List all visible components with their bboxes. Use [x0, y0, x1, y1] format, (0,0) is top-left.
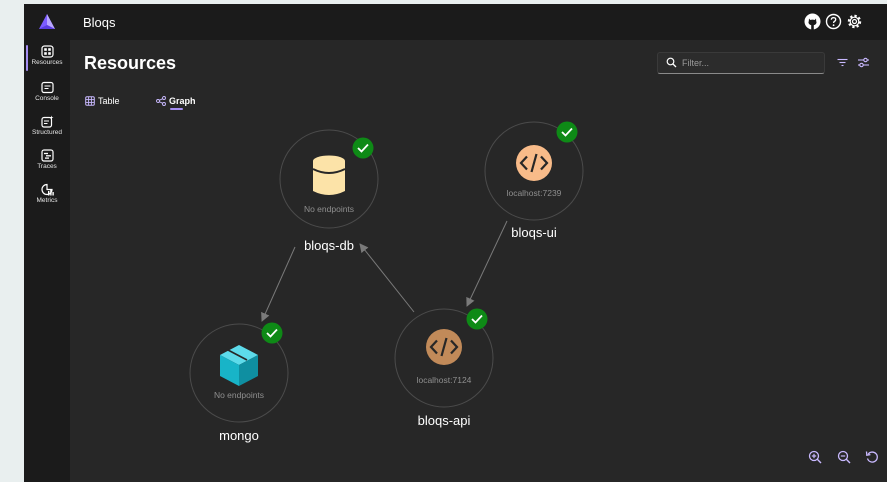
node-name: bloqs-ui — [511, 225, 557, 240]
database-icon — [312, 155, 346, 195]
graph-node-bloqs-ui[interactable]: localhost:7239 bloqs-ui — [484, 121, 584, 241]
settings-icon[interactable] — [846, 13, 863, 30]
node-name: bloqs-api — [418, 413, 471, 428]
edge-bloqs-api-bloqs-db — [359, 243, 415, 313]
sidebar-item-label: Structured — [32, 129, 62, 136]
node-subtitle: localhost:7124 — [417, 375, 472, 385]
code-icon — [516, 145, 552, 181]
github-icon[interactable] — [804, 13, 821, 30]
edge-bloqs-db-mongo — [261, 246, 296, 322]
sidebar-item-traces[interactable]: Traces — [24, 147, 70, 179]
top-bar: Bloqs — [24, 4, 887, 40]
help-icon[interactable] — [825, 13, 842, 30]
graph-edges — [261, 220, 508, 322]
sidebar-item-label: Traces — [37, 163, 57, 170]
structured-icon — [40, 115, 53, 128]
status-check-icon — [352, 137, 374, 159]
zoom-out-icon[interactable] — [837, 450, 851, 464]
status-check-icon — [556, 121, 578, 143]
sidebar-item-structured[interactable]: Structured — [24, 113, 70, 145]
sidebar-item-console[interactable]: Console — [24, 79, 70, 111]
resources-icon — [40, 45, 54, 58]
status-check-icon — [466, 308, 488, 330]
sidebar-item-label: Console — [35, 95, 59, 102]
node-subtitle: localhost:7239 — [507, 188, 562, 198]
node-subtitle: No endpoints — [214, 390, 264, 400]
node-name: bloqs-db — [304, 238, 354, 253]
graph-node-bloqs-api[interactable]: localhost:7124 bloqs-api — [394, 308, 494, 429]
metrics-icon — [40, 183, 54, 196]
app-window: Bloqs Resources Console Structured Trace… — [24, 4, 887, 482]
node-name: mongo — [219, 428, 259, 443]
resource-graph[interactable]: No endpoints bloqs-db localhost:7239 blo… — [70, 40, 887, 482]
traces-icon — [40, 149, 54, 162]
app-title: Bloqs — [83, 15, 116, 30]
status-check-icon — [261, 322, 283, 344]
app-logo-icon[interactable] — [38, 13, 56, 31]
sidebar-item-metrics[interactable]: Metrics — [24, 181, 70, 213]
reset-icon[interactable] — [865, 450, 879, 464]
code-icon — [426, 329, 462, 365]
sidebar-item-label: Resources — [31, 59, 63, 66]
sidebar-item-resources[interactable]: Resources — [24, 43, 70, 75]
active-indicator — [26, 45, 28, 71]
edge-bloqs-ui-bloqs-api — [466, 220, 508, 307]
console-icon — [40, 81, 54, 94]
main-content: Resources Filter... Table Graph No endpo… — [70, 40, 887, 482]
sidebar-item-label: Metrics — [36, 197, 58, 204]
node-subtitle: No endpoints — [304, 204, 354, 214]
sidebar: Resources Console Structured Traces Metr… — [24, 40, 70, 482]
graph-node-mongo[interactable]: No endpoints mongo — [189, 322, 289, 444]
zoom-in-icon[interactable] — [808, 450, 822, 464]
graph-node-bloqs-db[interactable]: No endpoints bloqs-db — [279, 129, 379, 253]
